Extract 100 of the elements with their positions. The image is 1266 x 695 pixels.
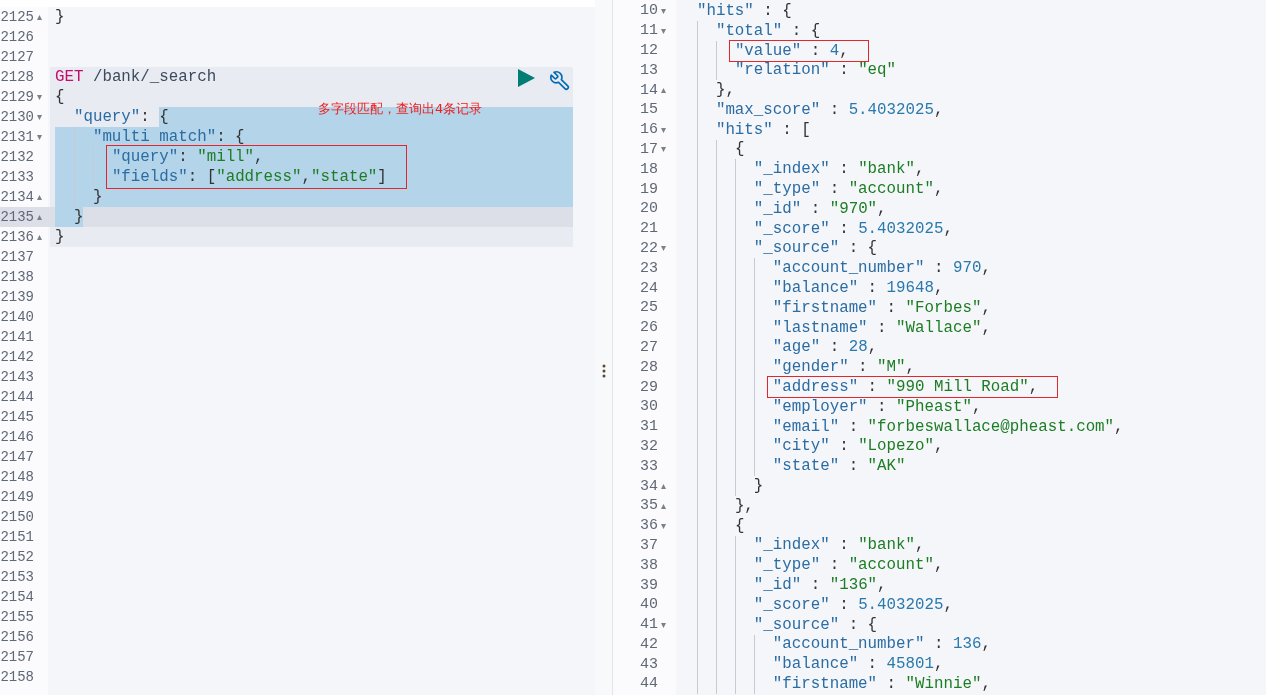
fold-caret-icon[interactable]: ▴	[661, 481, 667, 491]
code-line: {	[55, 89, 65, 105]
line-number: 2151	[0, 529, 34, 545]
code-line: }	[55, 229, 65, 245]
line-number: 43	[640, 655, 658, 673]
line-number: 2147	[0, 449, 34, 465]
fold-caret-icon[interactable]: ▴	[37, 232, 43, 242]
code-line: }	[73, 209, 84, 225]
fold-caret-icon[interactable]: ▴	[37, 212, 43, 222]
line-number: 2143	[0, 369, 34, 385]
line-number: 2156	[0, 629, 34, 645]
fold-caret-icon[interactable]: ▾	[37, 132, 43, 142]
code-line: "_type" : "account",	[753, 181, 944, 198]
code-line: }	[753, 478, 764, 494]
line-number: 2142	[0, 349, 34, 365]
line-number: 11	[640, 22, 658, 40]
line-number: 2138	[0, 269, 34, 285]
code-line: "firstname" : "Forbes",	[772, 299, 991, 316]
line-number: 2140	[0, 309, 34, 325]
code-line: "lastname" : "Wallace",	[772, 319, 991, 336]
line-number: 2150	[0, 509, 34, 525]
fold-caret-icon[interactable]: ▾	[661, 25, 667, 36]
fold-caret-icon[interactable]: ▾	[661, 619, 667, 630]
line-number: 39	[640, 576, 658, 594]
line-number: 20	[640, 200, 658, 218]
code-line: "_index" : "bank",	[753, 161, 925, 178]
line-number: 32	[640, 437, 658, 455]
line-number: 2155	[0, 609, 34, 625]
annotation-text: 多字段匹配，查询出4条记录	[318, 101, 483, 117]
code-line: "max_score" : 5.4032025,	[715, 101, 944, 118]
line-number: 2146	[0, 429, 34, 445]
line-number: 33	[640, 457, 658, 475]
code-line: {	[734, 517, 745, 534]
code-line: "_source" : {	[753, 240, 878, 257]
line-number: 2133	[0, 169, 34, 185]
line-number: 2149	[0, 489, 34, 505]
fold-caret-icon[interactable]: ▴	[661, 500, 667, 511]
line-number: 2158	[0, 669, 34, 685]
fold-caret-icon[interactable]: ▾	[661, 5, 667, 16]
code-line: "query": {	[73, 109, 169, 125]
drag-handle-icon[interactable]	[601, 364, 606, 378]
line-number: 13	[640, 61, 658, 79]
line-number: 2135	[0, 209, 34, 225]
fold-caret-icon[interactable]: ▴	[37, 12, 43, 22]
fold-caret-icon[interactable]: ▾	[661, 144, 667, 155]
line-number: 38	[640, 556, 658, 574]
code-line: "hits" : [	[715, 121, 811, 138]
code-line: "hits" : {	[696, 2, 792, 19]
code-line: {	[734, 141, 745, 158]
code-line: "value" : 4,	[734, 42, 849, 59]
fold-caret-icon[interactable]: ▾	[661, 520, 667, 531]
line-number: 28	[640, 358, 658, 376]
play-icon[interactable]	[518, 69, 535, 87]
line-number: 35	[640, 497, 658, 515]
line-number: 44	[640, 675, 658, 693]
fold-caret-icon[interactable]: ▾	[661, 124, 667, 135]
code-line: "account_number" : 136,	[772, 636, 991, 653]
code-line: "_id" : "970",	[753, 200, 887, 217]
line-number: 41	[640, 616, 658, 634]
code-line: "_score" : 5.4032025,	[753, 220, 953, 237]
line-number: 24	[640, 279, 658, 297]
line-number: 2126	[0, 29, 34, 45]
fold-caret-icon[interactable]: ▾	[37, 92, 43, 102]
line-number: 2132	[0, 149, 34, 165]
line-number: 2141	[0, 329, 34, 345]
line-number: 42	[640, 635, 658, 653]
line-number: 27	[640, 338, 658, 356]
line-number: 26	[640, 319, 658, 337]
line-number: 12	[640, 42, 658, 59]
line-number: 10	[640, 2, 658, 20]
line-number: 2127	[0, 49, 34, 65]
line-number: 2152	[0, 549, 34, 565]
line-number: 18	[640, 160, 658, 178]
line-number: 22	[640, 239, 658, 257]
code-line: "total" : {	[715, 22, 821, 39]
code-line: }	[92, 189, 103, 205]
line-number: 2144	[0, 389, 34, 405]
code-line: "_type" : "account",	[753, 557, 944, 574]
fold-caret-icon[interactable]: ▾	[37, 112, 43, 122]
code-line: },	[734, 497, 754, 514]
line-number: 15	[640, 101, 658, 119]
line-number: 2136	[0, 229, 34, 245]
code-line: "_index" : "bank",	[753, 537, 925, 554]
code-line: "relation" : "eq"	[734, 62, 897, 79]
code-line: "gender" : "M",	[772, 359, 916, 376]
code-line: "email" : "forbeswallace@pheast.com",	[772, 418, 1124, 435]
fold-caret-icon[interactable]: ▾	[661, 243, 667, 254]
line-number: 2145	[0, 409, 34, 425]
code-line: "state" : "AK"	[772, 458, 906, 475]
line-number: 2157	[0, 649, 34, 665]
fold-caret-icon[interactable]: ▴	[661, 85, 667, 96]
line-number: 19	[640, 180, 658, 198]
wrench-icon[interactable]	[549, 70, 571, 92]
line-number: 2128	[0, 69, 34, 85]
code-line: "balance" : 19648,	[772, 280, 944, 297]
fold-caret-icon[interactable]: ▴	[37, 192, 43, 202]
line-number: 2134	[0, 189, 34, 205]
line-number: 2125	[0, 9, 34, 25]
line-number: 2137	[0, 249, 34, 265]
code-line: "age" : 28,	[772, 339, 878, 356]
